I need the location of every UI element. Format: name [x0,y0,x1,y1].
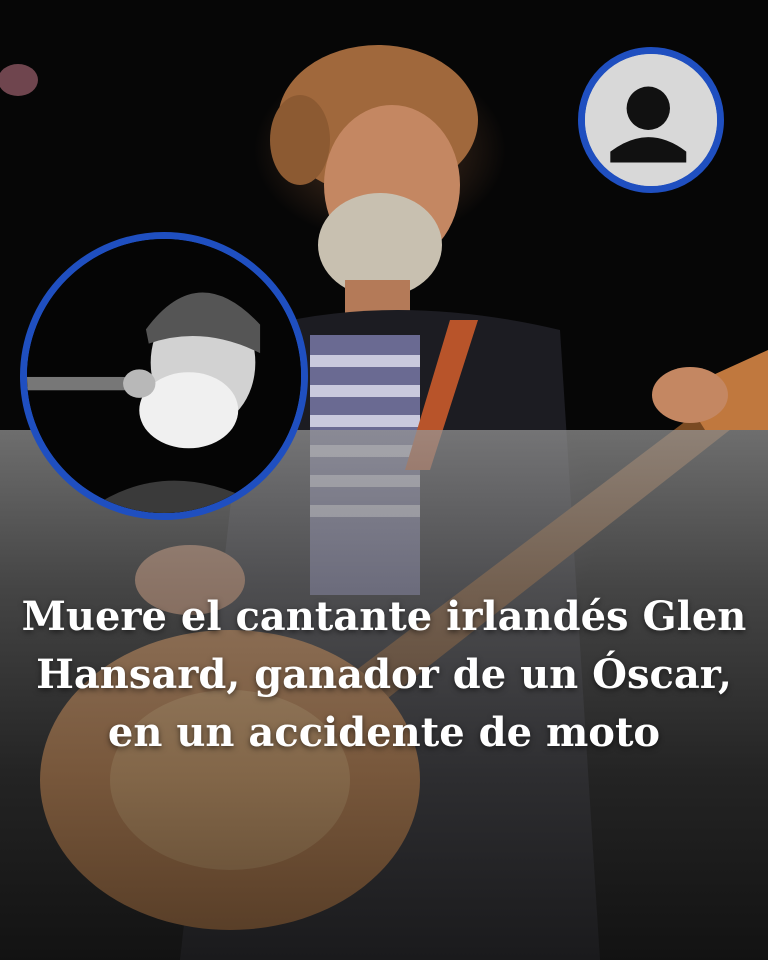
headline: Muere el cantante irlandés Glen Hansard,… [21,593,747,756]
person-silhouette-icon [585,54,717,186]
inset-portrait [20,232,308,520]
profile-avatar[interactable] [578,47,724,193]
singer-portrait-image [27,239,301,513]
